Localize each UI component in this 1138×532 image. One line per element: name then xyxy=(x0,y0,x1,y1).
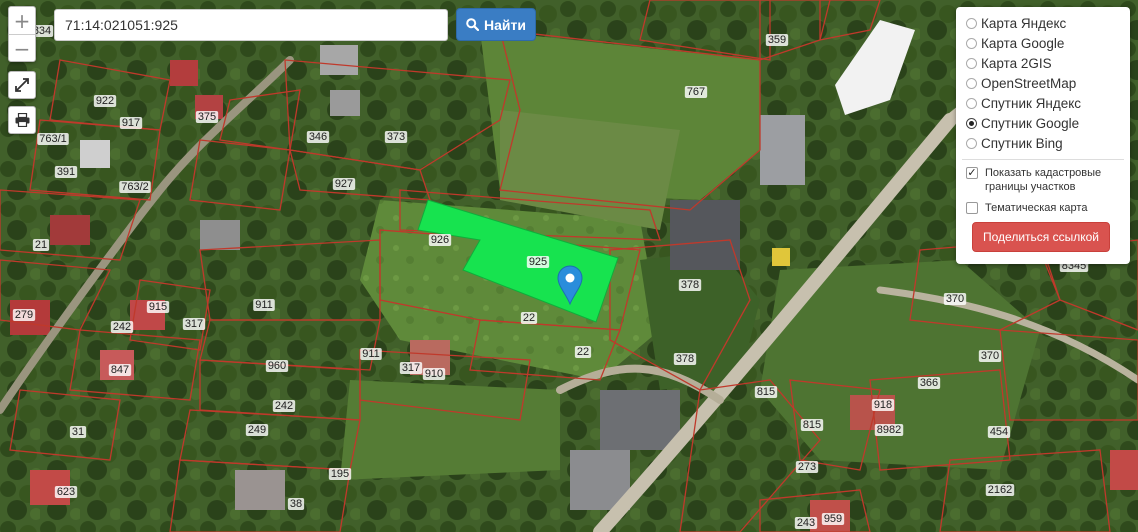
thematic-map-label: Тематическая карта xyxy=(985,202,1088,214)
parcel-label: 317 xyxy=(185,318,203,330)
checkbox-icon xyxy=(966,202,978,214)
parcel-label: 918 xyxy=(874,399,892,411)
parcel-label: 763/2 xyxy=(121,181,149,193)
parcel-label: 391 xyxy=(57,166,75,178)
layer-option[interactable]: Карта Яндекс xyxy=(966,13,1124,33)
layers-panel: Карта Яндекс Карта Google Карта 2GIS OpenSt… xyxy=(956,7,1130,264)
parcel-label: 317 xyxy=(402,362,420,374)
parcel-label: 960 xyxy=(268,360,286,372)
layer-option-label: Спутник Google xyxy=(981,115,1080,131)
parcel-label: 22 xyxy=(577,346,589,358)
parcel-label: 249 xyxy=(248,424,266,436)
parcel-label: 915 xyxy=(149,301,167,313)
radio-icon xyxy=(966,97,977,109)
parcel-label: 927 xyxy=(335,178,353,190)
search-button-label: Найти xyxy=(484,16,526,33)
layer-option[interactable]: OpenStreetMap xyxy=(966,73,1124,93)
parcel-label: 242 xyxy=(113,321,131,333)
fullscreen-button[interactable] xyxy=(8,71,36,99)
share-link-button[interactable]: Поделиться ссылкой xyxy=(972,222,1110,252)
parcel-label: 623 xyxy=(57,486,75,498)
selected-parcel-label: 925 xyxy=(529,256,547,268)
layer-list: Карта Яндекс Карта Google Карта 2GIS OpenSt… xyxy=(966,13,1124,153)
parcel-label: 910 xyxy=(425,368,443,380)
parcel-label: 38 xyxy=(290,498,302,510)
show-cadastral-label: Показать кадастровые границы участков xyxy=(985,167,1102,193)
parcel-label: 378 xyxy=(681,279,699,291)
layer-option-label: Спутник Bing xyxy=(981,135,1063,151)
radio-icon xyxy=(966,117,977,129)
parcel-label: 366 xyxy=(920,377,938,389)
radio-icon xyxy=(966,17,977,29)
print-button[interactable] xyxy=(8,106,36,134)
parcel-label: 926 xyxy=(431,234,449,246)
parcel-label: 917 xyxy=(122,117,140,129)
parcel-label: 346 xyxy=(309,131,327,143)
radio-icon xyxy=(966,37,977,49)
zoom-in-button[interactable]: + xyxy=(9,7,35,34)
parcel-label: 815 xyxy=(803,419,821,431)
zoom-out-button[interactable]: − xyxy=(9,34,35,62)
layer-option[interactable]: Карта Google xyxy=(966,33,1124,53)
layer-option-label: Карта Яндекс xyxy=(981,15,1067,31)
parcel-label: 242 xyxy=(275,400,293,412)
parcel-label: 922 xyxy=(96,95,114,107)
divider xyxy=(962,159,1124,160)
parcel-label: 370 xyxy=(946,293,964,305)
parcel-label: 31 xyxy=(72,426,84,438)
layer-option[interactable]: Спутник Google xyxy=(966,113,1124,133)
checkbox-icon: ✓ xyxy=(966,166,978,179)
search-button[interactable]: Найти xyxy=(456,8,536,41)
parcel-label: 375 xyxy=(198,111,216,123)
expand-icon xyxy=(15,78,29,92)
parcel-label: 370 xyxy=(981,350,999,362)
parcel-label: 911 xyxy=(255,299,273,311)
parcel-label: 454 xyxy=(990,426,1008,438)
show-cadastral-checkbox[interactable]: ✓ Показать кадастровые границы участков xyxy=(966,166,1124,194)
layer-option-label: Карта Google xyxy=(981,35,1065,51)
parcel-label: 847 xyxy=(111,364,129,376)
layer-option-label: OpenStreetMap xyxy=(981,75,1077,91)
parcel-label: 959 xyxy=(824,513,842,525)
parcel-label: 22 xyxy=(523,312,535,324)
radio-icon xyxy=(966,57,977,69)
parcel-label: 763/1 xyxy=(39,133,67,145)
zoom-control: + − xyxy=(8,6,36,62)
layer-option[interactable]: Спутник Bing xyxy=(966,133,1124,153)
printer-icon xyxy=(15,113,29,127)
parcel-label: 378 xyxy=(676,353,694,365)
parcel-label: 359 xyxy=(768,34,786,46)
parcel-label: 2162 xyxy=(988,484,1012,496)
search-icon xyxy=(466,18,480,31)
parcel-label: 911 xyxy=(362,348,380,360)
parcel-label: 373 xyxy=(387,131,405,143)
radio-icon xyxy=(966,77,977,89)
parcel-label: 21 xyxy=(35,239,47,251)
parcel-label: 8982 xyxy=(877,424,901,436)
layer-option-label: Спутник Яндекс xyxy=(981,95,1082,111)
thematic-map-checkbox[interactable]: Тематическая карта xyxy=(966,201,1124,215)
parcel-label: 767 xyxy=(687,86,705,98)
layer-option-label: Карта 2GIS xyxy=(981,55,1052,71)
layer-option[interactable]: Карта 2GIS xyxy=(966,53,1124,73)
parcel-label: 273 xyxy=(798,461,816,473)
parcel-label: 815 xyxy=(757,386,775,398)
layer-option[interactable]: Спутник Яндекс xyxy=(966,93,1124,113)
search-input[interactable] xyxy=(54,9,448,41)
parcel-label: 279 xyxy=(15,309,33,321)
parcel-label: 243 xyxy=(797,517,815,529)
parcel-label: 195 xyxy=(331,468,349,480)
radio-icon xyxy=(966,137,977,149)
